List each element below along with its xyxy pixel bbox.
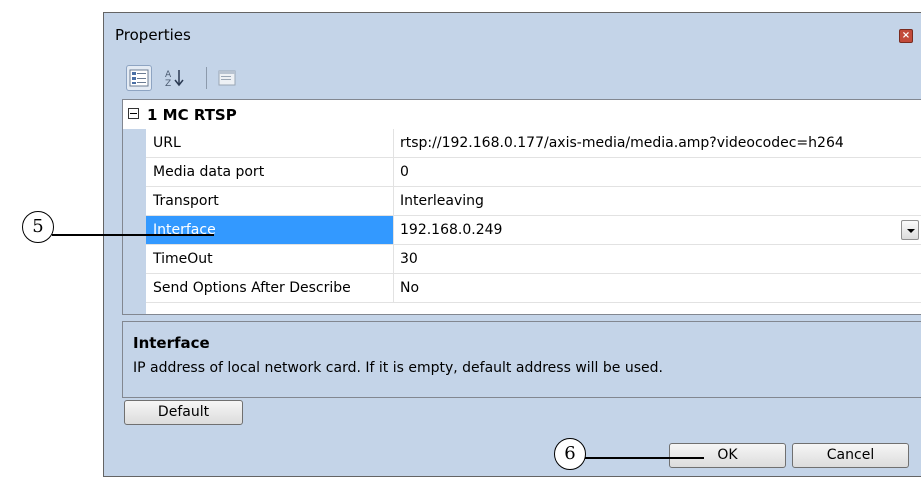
- property-value[interactable]: 30: [395, 245, 921, 273]
- callout-line-ok: [584, 457, 704, 459]
- property-value[interactable]: No: [395, 274, 921, 302]
- property-row-url[interactable]: URL rtsp://192.168.0.177/axis-media/medi…: [146, 129, 921, 158]
- property-row-send-options[interactable]: Send Options After Describe No: [146, 274, 921, 303]
- alphabetical-sort-button[interactable]: A Z: [162, 65, 188, 91]
- callout-line-interface: [52, 234, 214, 236]
- dialog-title: Properties: [115, 26, 191, 44]
- close-button[interactable]: ×: [899, 29, 913, 43]
- description-panel: Interface IP address of local network ca…: [122, 321, 921, 398]
- category-label: 1 MC RTSP: [147, 106, 237, 124]
- grid-margin: [123, 129, 146, 314]
- ok-button[interactable]: OK: [669, 443, 786, 468]
- property-grid: 1 MC RTSP URL rtsp://192.168.0.177/axis-…: [122, 99, 921, 315]
- property-row-transport[interactable]: Transport Interleaving: [146, 187, 921, 216]
- collapse-icon[interactable]: [128, 108, 139, 119]
- property-row-interface[interactable]: Interface 192.168.0.249: [146, 216, 921, 245]
- property-row-timeout[interactable]: TimeOut 30: [146, 245, 921, 274]
- property-value[interactable]: 0: [395, 158, 921, 186]
- categorized-view-icon: [129, 69, 149, 87]
- property-pages-button[interactable]: [214, 65, 240, 91]
- callout-ok: 6: [554, 438, 586, 470]
- categorized-view-button[interactable]: [126, 65, 152, 91]
- property-name: URL: [146, 129, 394, 157]
- toolbar: A Z: [126, 63, 426, 93]
- description-title: Interface: [133, 334, 210, 352]
- property-value[interactable]: rtsp://192.168.0.177/axis-media/media.am…: [395, 129, 921, 157]
- callout-interface: 5: [22, 211, 54, 243]
- dropdown-arrow-icon[interactable]: [901, 220, 919, 240]
- svg-text:Z: Z: [165, 79, 171, 88]
- property-name: Transport: [146, 187, 394, 215]
- category-row[interactable]: 1 MC RTSP: [123, 100, 921, 129]
- toolbar-separator: [206, 67, 207, 89]
- cancel-button[interactable]: Cancel: [792, 443, 909, 468]
- description-text: IP address of local network card. If it …: [133, 360, 663, 376]
- property-name: TimeOut: [146, 245, 394, 273]
- property-name: Send Options After Describe: [146, 274, 394, 302]
- alphabetical-sort-icon: A Z: [165, 70, 184, 88]
- default-button[interactable]: Default: [124, 400, 243, 425]
- title-bar[interactable]: Properties ×: [104, 13, 921, 57]
- properties-dialog: Properties × A Z 1 MC RTSP URL rtsp://19…: [103, 12, 921, 477]
- property-row-media-data-port[interactable]: Media data port 0: [146, 158, 921, 187]
- property-pages-icon: [218, 70, 236, 86]
- property-name: Interface: [146, 216, 394, 244]
- property-value[interactable]: Interleaving: [395, 187, 921, 215]
- property-name: Media data port: [146, 158, 394, 186]
- property-value[interactable]: 192.168.0.249: [395, 216, 921, 244]
- close-icon: ×: [901, 30, 911, 41]
